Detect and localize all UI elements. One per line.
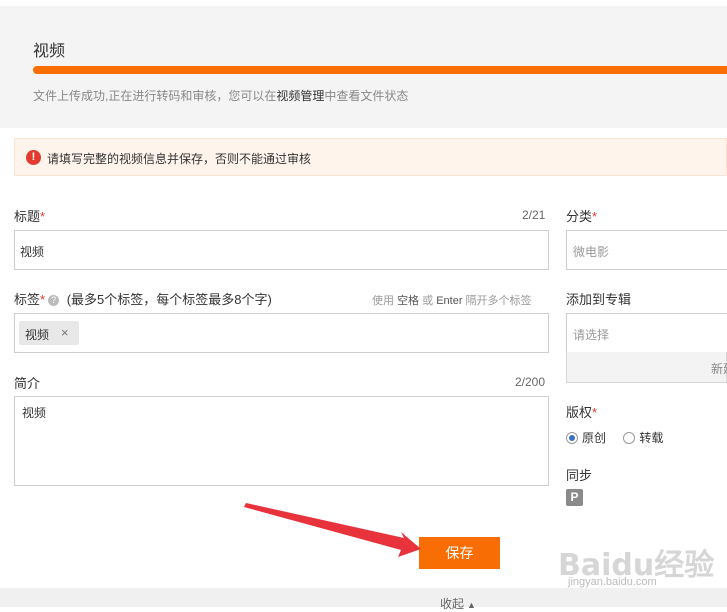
copyright-radio-group: 原创 转载: [566, 429, 677, 446]
title-label-text: 标题: [14, 209, 41, 224]
intro-counter: 2/200: [515, 375, 546, 389]
hint-text-or: 或: [422, 295, 434, 307]
watermark-url: jingyan.baidu.com: [568, 576, 657, 588]
radio-label: 转载: [639, 431, 664, 445]
bottom-bar: 收起 ▲: [0, 588, 727, 611]
intro-value: 视频: [22, 406, 47, 420]
required-mark: *: [40, 209, 46, 224]
intro-textarea[interactable]: 视频: [14, 396, 549, 486]
album-label: 添加到专辑: [566, 292, 632, 307]
copyright-label: 版权*: [566, 402, 597, 421]
radio-label: 原创: [582, 431, 607, 445]
upload-status-panel: 视频 文件上传成功,正在进行转码和审核，您可以在视频管理中查看文件状态: [0, 6, 727, 128]
category-label-text: 分类: [566, 209, 593, 224]
category-placeholder: 微电影: [573, 245, 610, 259]
upload-progress-fill: [33, 66, 727, 74]
album-select[interactable]: 请选择: [566, 313, 727, 353]
upload-progress-bar: [33, 66, 727, 74]
radio-icon: [623, 432, 636, 444]
sync-label: 同步: [566, 468, 593, 483]
required-mark: *: [40, 292, 46, 307]
help-icon[interactable]: ?: [48, 295, 60, 306]
tags-input[interactable]: 视频 ×: [14, 313, 549, 353]
tag-label: 视频: [25, 328, 50, 342]
tags-hint: 使用 空格 或 Enter 隔开多个标签: [372, 292, 532, 308]
upload-msg-text-end: 中查看文件状态: [324, 89, 409, 103]
hint-text: 使用: [372, 295, 394, 307]
album-new-bar: 新建: [566, 352, 727, 383]
sync-platform-icon[interactable]: P: [566, 489, 583, 506]
intro-label: 简介: [14, 376, 41, 391]
radio-repost[interactable]: 转载: [623, 429, 663, 446]
new-album-button[interactable]: 新建: [711, 360, 727, 377]
close-icon[interactable]: ×: [61, 325, 69, 340]
required-mark: *: [592, 209, 598, 224]
hint-key-enter: Enter: [436, 295, 463, 307]
category-label: 分类*: [566, 206, 597, 225]
hint-text-suffix: 隔开多个标签: [465, 295, 532, 307]
tags-label: 标签*? (最多5个标签，每个标签最多8个字): [14, 289, 272, 308]
hint-key-space: 空格: [397, 295, 420, 307]
copyright-label-text: 版权: [566, 405, 593, 420]
warning-text: 请填写完整的视频信息并保存，否则不能通过审核: [47, 152, 312, 166]
upload-msg-text: 文件上传成功,正在进行转码和审核，您可以在: [33, 89, 277, 103]
required-mark: *: [592, 405, 598, 420]
album-placeholder: 请选择: [573, 328, 610, 342]
warning-banner: ! 请填写完整的视频信息并保存，否则不能通过审核: [14, 138, 727, 176]
caret-up-icon: ▲: [467, 600, 476, 610]
category-select[interactable]: 微电影: [566, 230, 727, 270]
collapse-label: 收起: [440, 597, 465, 611]
save-button[interactable]: 保存: [419, 537, 500, 569]
tags-label-text: 标签: [14, 292, 41, 307]
radio-original[interactable]: 原创: [566, 429, 606, 446]
video-manage-link[interactable]: 视频管理: [276, 89, 324, 103]
title-label: 标题*: [14, 206, 45, 225]
tag-chip: 视频 ×: [19, 321, 79, 345]
title-input-value: 视频: [20, 245, 45, 259]
arrow-shape: [244, 503, 421, 557]
tags-note: (最多5个标签，每个标签最多8个字): [66, 292, 272, 307]
warning-icon: !: [26, 150, 41, 165]
upload-title: 视频: [33, 43, 66, 60]
radio-icon: [566, 432, 578, 444]
title-counter: 2/21: [522, 208, 546, 222]
title-input[interactable]: 视频: [14, 230, 549, 270]
upload-status-message: 文件上传成功,正在进行转码和审核，您可以在视频管理中查看文件状态: [33, 87, 408, 104]
collapse-button[interactable]: 收起 ▲: [440, 595, 476, 612]
